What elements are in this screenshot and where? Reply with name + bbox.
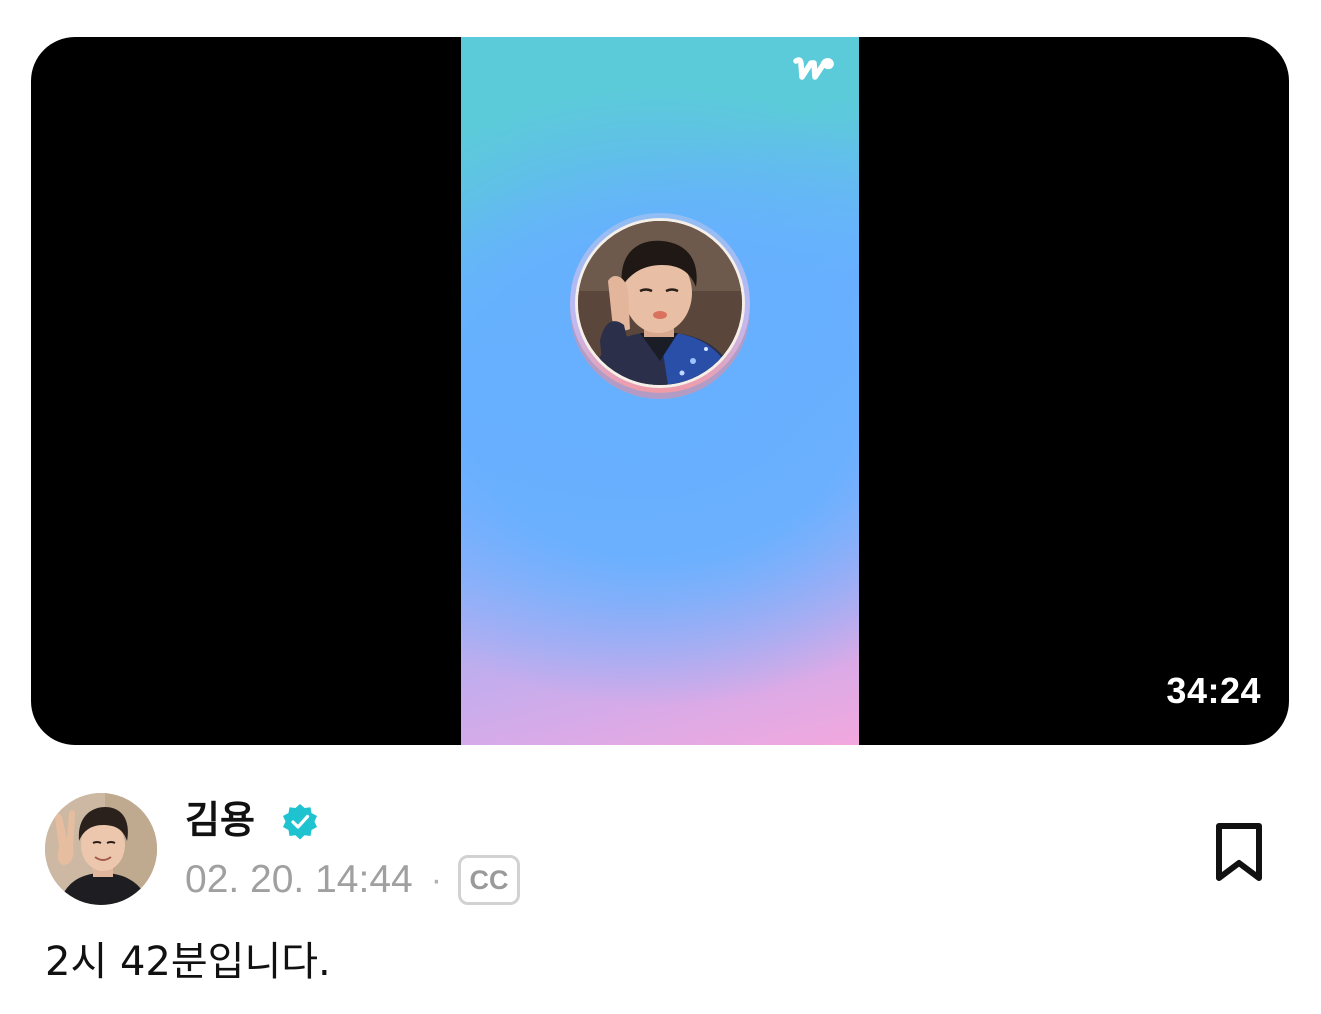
meta-separator: · — [430, 860, 443, 899]
author-name[interactable]: 김용 — [185, 790, 255, 850]
verified-badge-icon — [283, 804, 317, 840]
avatar[interactable] — [45, 793, 157, 905]
video-duration: 34:24 — [1166, 670, 1261, 711]
post-body: 2시 42분입니다. — [45, 939, 331, 985]
live-profile-photo — [575, 218, 745, 388]
cc-badge: CC — [458, 855, 521, 905]
weverse-logo-icon — [793, 57, 834, 80]
live-profile-ring — [570, 213, 750, 393]
post-page: 34:24 김용 02. 20. 14:44 · CC 2시 42분입니다. — [0, 0, 1321, 1014]
video-player[interactable]: 34:24 — [31, 37, 1289, 745]
bookmark-button[interactable] — [1205, 818, 1273, 886]
video-frame — [461, 37, 859, 745]
post-date: 02. 20. 14:44 — [185, 858, 413, 901]
post-meta: 02. 20. 14:44 · CC — [185, 852, 521, 908]
bookmark-icon — [1216, 823, 1262, 881]
